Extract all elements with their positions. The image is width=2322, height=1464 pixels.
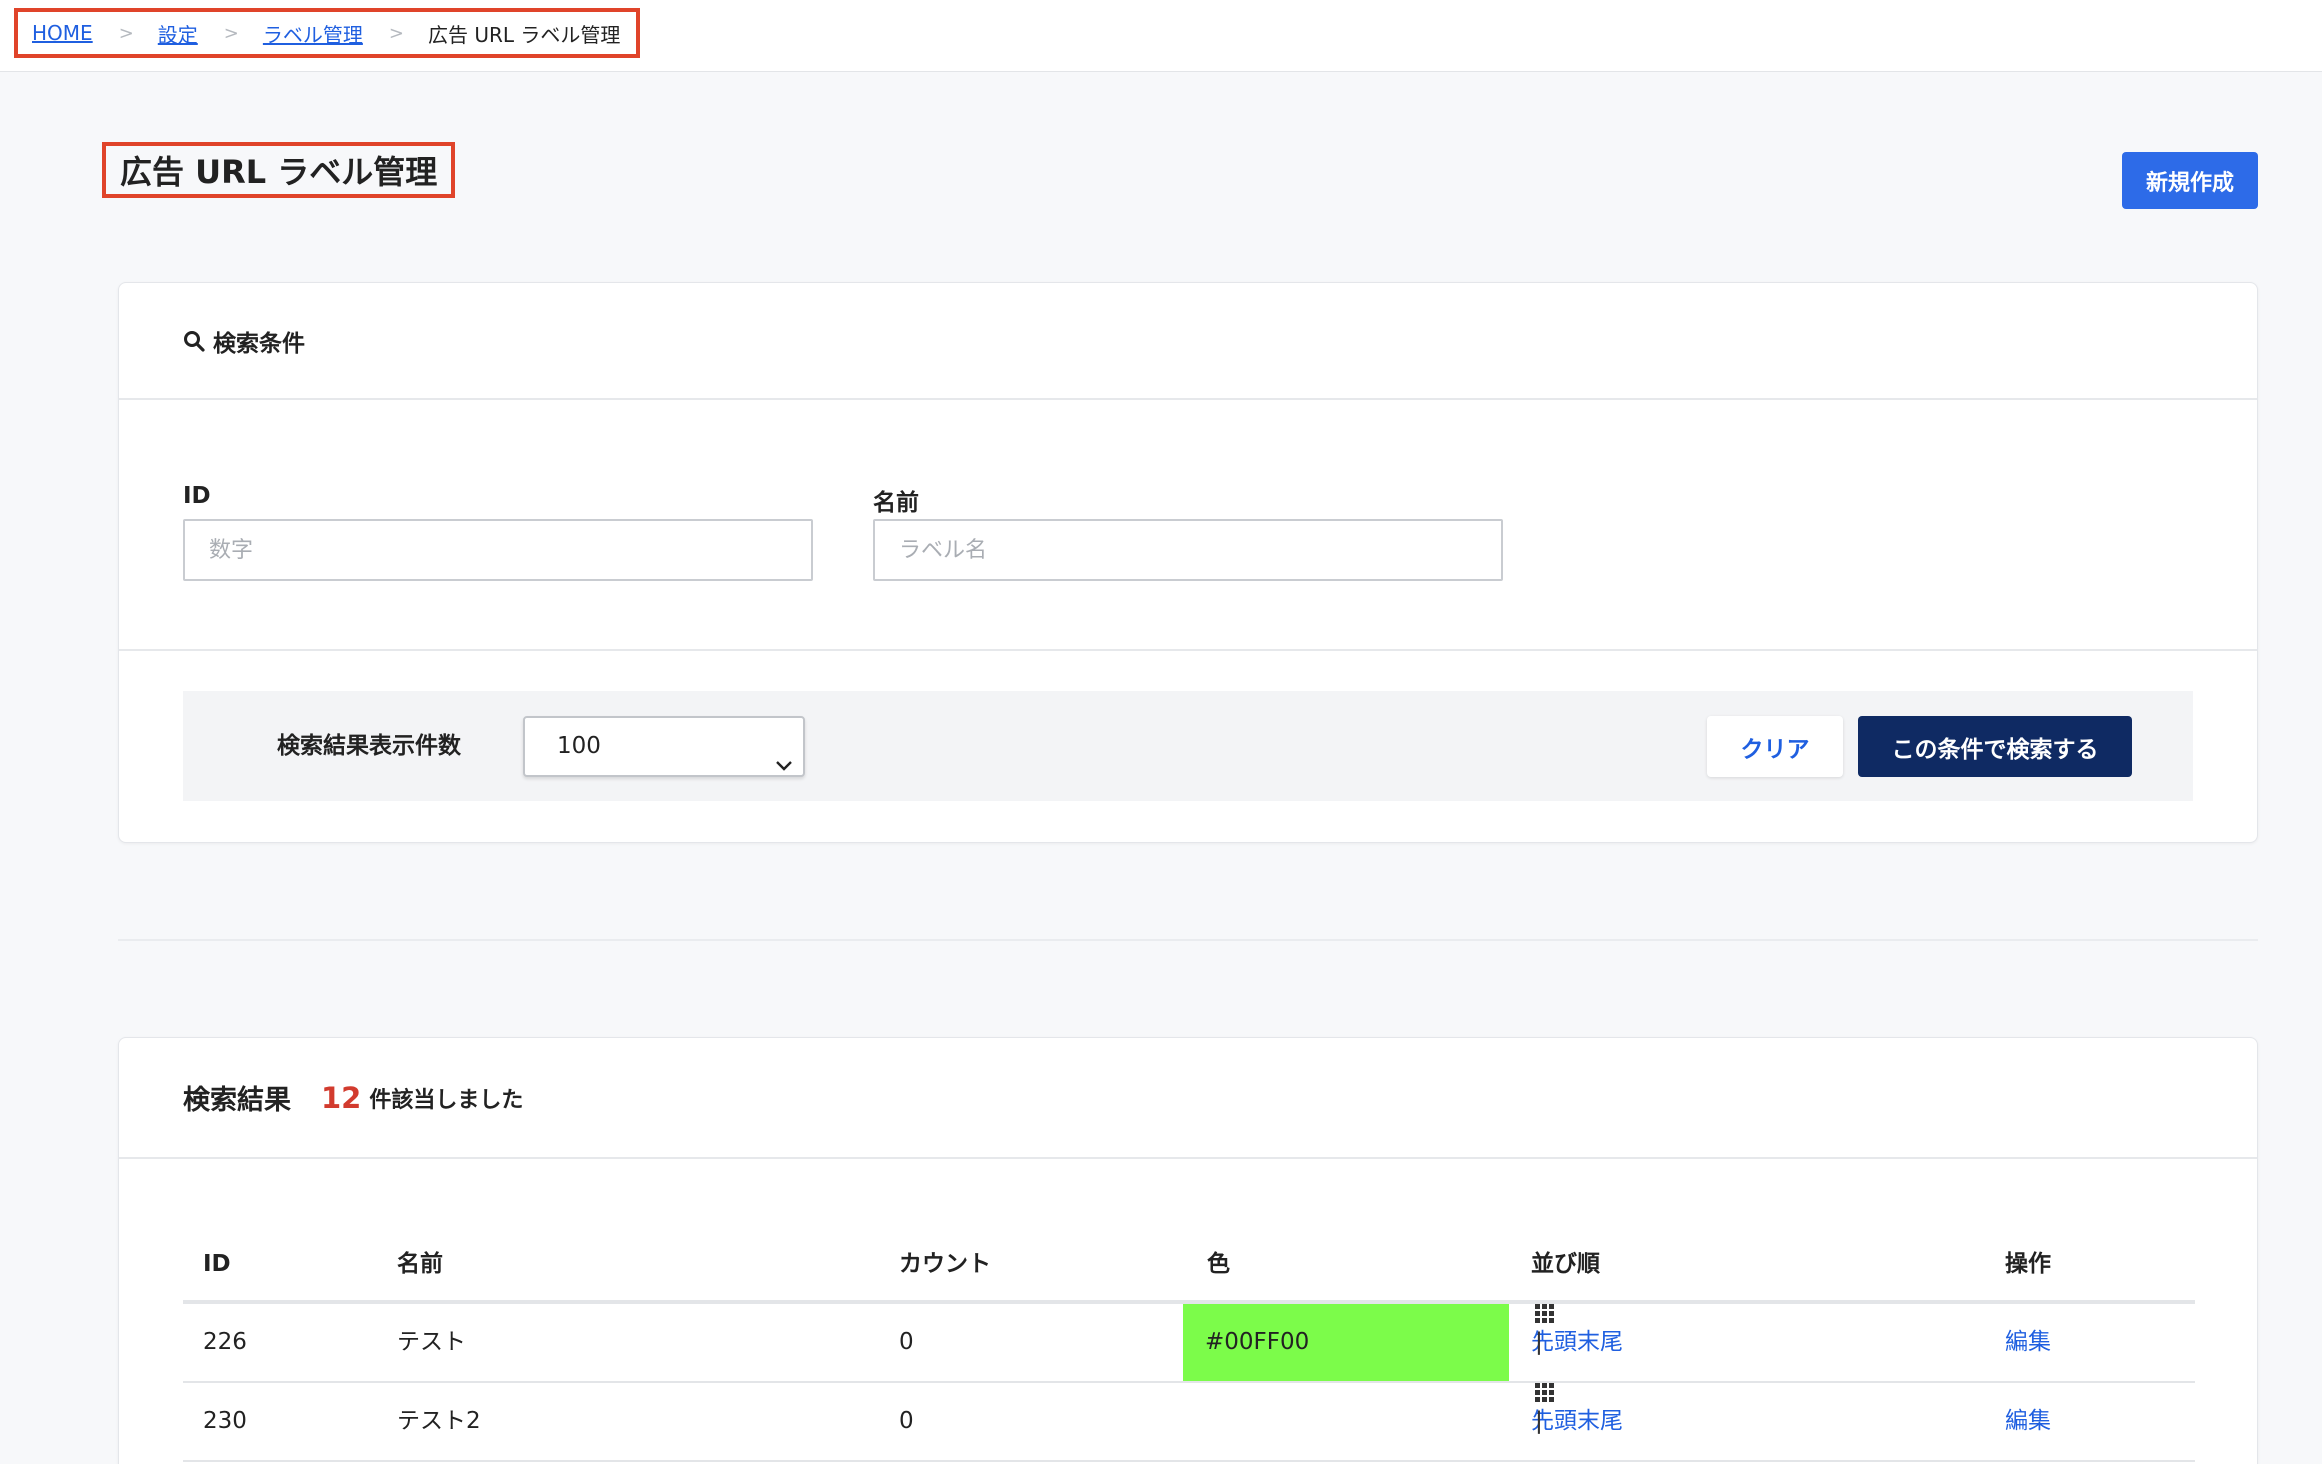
new-create-button[interactable]: 新規作成 bbox=[2122, 152, 2258, 209]
order-separator: | bbox=[1535, 1329, 1543, 1355]
page-title: 広告 URL ラベル管理 bbox=[102, 142, 456, 198]
column-header-order: 並び順 bbox=[1531, 1251, 1600, 1277]
results-header: 検索結果 12 件該当しました bbox=[119, 1038, 2257, 1159]
order-separator: | bbox=[1535, 1408, 1543, 1434]
edit-link[interactable]: 編集 bbox=[2005, 1329, 2051, 1355]
row-name: テスト2 bbox=[397, 1408, 481, 1434]
search-card: 検索条件 ID 名前 検索結果表示件数 100 クリア この条件で検索する bbox=[118, 282, 2258, 843]
page-title-text: 広告 URL ラベル管理 bbox=[120, 153, 438, 191]
breadcrumb-label-management-link[interactable]: ラベル管理 bbox=[263, 19, 363, 48]
color-value: #00FF00 bbox=[1205, 1329, 1310, 1355]
move-last-link[interactable]: 末尾 bbox=[1577, 1304, 1623, 1381]
row-order-controls: 先頭 | | 末尾 bbox=[1531, 1383, 1623, 1460]
per-page-select[interactable]: 100 bbox=[523, 716, 805, 777]
name-field-label: 名前 bbox=[873, 490, 919, 516]
table-header: ID 名前 カウント 色 並び順 操作 bbox=[183, 1224, 2195, 1304]
breadcrumb-separator: > bbox=[118, 22, 134, 44]
row-count: 0 bbox=[899, 1329, 914, 1355]
row-name: テスト bbox=[397, 1329, 466, 1355]
row-count: 0 bbox=[899, 1408, 914, 1434]
results-count: 12 bbox=[321, 1080, 362, 1115]
search-icon bbox=[183, 330, 205, 352]
breadcrumb-separator: > bbox=[388, 22, 404, 44]
breadcrumb-current: 広告 URL ラベル管理 bbox=[427, 22, 621, 47]
chevron-down-icon bbox=[775, 738, 793, 795]
id-field-label: ID bbox=[183, 483, 211, 509]
column-header-operation: 操作 bbox=[2005, 1251, 2051, 1277]
search-divider bbox=[119, 649, 2257, 651]
search-submit-button[interactable]: この条件で検索する bbox=[1858, 716, 2132, 777]
name-input[interactable] bbox=[873, 519, 1503, 581]
edit-link[interactable]: 編集 bbox=[2005, 1408, 2051, 1434]
results-title: 検索結果 bbox=[183, 1085, 291, 1116]
per-page-label: 検索結果表示件数 bbox=[277, 733, 461, 759]
top-bar: HOME > 設定 > ラベル管理 > 広告 URL ラベル管理 bbox=[0, 0, 2322, 72]
section-divider bbox=[118, 939, 2258, 941]
clear-button[interactable]: クリア bbox=[1707, 716, 1843, 777]
row-order-controls: 先頭 | | 末尾 bbox=[1531, 1304, 1623, 1381]
per-page-value: 100 bbox=[557, 733, 601, 759]
breadcrumb-home-link[interactable]: HOME bbox=[32, 21, 93, 45]
breadcrumb-separator: > bbox=[223, 22, 239, 44]
move-last-link[interactable]: 末尾 bbox=[1577, 1383, 1623, 1460]
breadcrumb-settings-link[interactable]: 設定 bbox=[158, 19, 198, 48]
search-card-title: 検索条件 bbox=[213, 330, 305, 357]
column-header-count: カウント bbox=[899, 1251, 991, 1277]
table-row: 230 テスト2 0 先頭 | | 末尾 編集 bbox=[183, 1383, 2195, 1462]
column-header-name: 名前 bbox=[397, 1251, 443, 1277]
id-field-group: ID bbox=[183, 483, 813, 581]
color-swatch: #00FF00 bbox=[1183, 1304, 1509, 1381]
search-fields: ID 名前 bbox=[183, 483, 2183, 603]
results-table: ID 名前 カウント 色 並び順 操作 #00FF00 226 テスト 0 先頭… bbox=[183, 1224, 2195, 1462]
row-id: 226 bbox=[203, 1329, 247, 1355]
search-footer: 検索結果表示件数 100 クリア この条件で検索する bbox=[183, 691, 2193, 801]
row-id: 230 bbox=[203, 1408, 247, 1434]
column-header-id: ID bbox=[203, 1251, 231, 1277]
table-row: #00FF00 226 テスト 0 先頭 | | 末尾 編集 bbox=[183, 1304, 2195, 1383]
results-card: 検索結果 12 件該当しました ID 名前 カウント 色 並び順 操作 #00F… bbox=[118, 1037, 2258, 1464]
name-field-group: 名前 bbox=[873, 483, 1503, 581]
breadcrumb: HOME > 設定 > ラベル管理 > 広告 URL ラベル管理 bbox=[14, 8, 641, 58]
results-count-suffix: 件該当しました bbox=[369, 1087, 524, 1113]
id-input[interactable] bbox=[183, 519, 813, 581]
column-header-color: 色 bbox=[1207, 1251, 1230, 1277]
search-card-header: 検索条件 bbox=[119, 283, 2257, 400]
